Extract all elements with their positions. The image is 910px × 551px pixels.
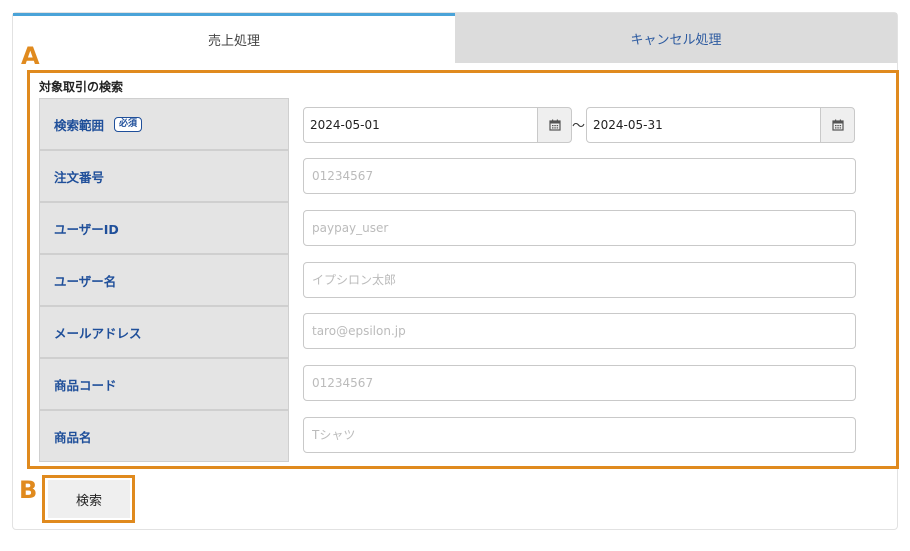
label-user-id-text: ユーザーID	[54, 221, 119, 237]
annotation-label-a: A	[21, 42, 40, 70]
label-email: メールアドレス	[39, 306, 289, 358]
calendar-icon	[831, 119, 844, 131]
label-email-text: メールアドレス	[54, 325, 142, 341]
date-to-calendar-button[interactable]	[820, 107, 855, 143]
user-name-input[interactable]	[303, 262, 856, 298]
label-date-range: 検索範囲 必須	[39, 98, 289, 150]
label-product-name: 商品名	[39, 410, 289, 462]
date-to-input[interactable]	[586, 107, 821, 143]
required-badge: 必須	[114, 116, 143, 132]
label-product-code: 商品コード	[39, 358, 289, 410]
label-date-range-text: 検索範囲	[54, 117, 105, 133]
label-user-name: ユーザー名	[39, 254, 289, 306]
tab-cancel-label: キャンセル処理	[630, 32, 722, 48]
search-button[interactable]: 検索	[48, 480, 130, 518]
product-name-input[interactable]	[303, 417, 856, 453]
user-id-input[interactable]	[303, 210, 856, 246]
label-user-id: ユーザーID	[39, 202, 289, 254]
tab-bar: 売上処理 キャンセル処理	[13, 13, 897, 63]
section-title: 対象取引の検索	[39, 80, 124, 94]
calendar-icon	[548, 119, 561, 131]
email-input[interactable]	[303, 313, 856, 349]
date-range-separator: ～	[572, 119, 586, 134]
order-number-input[interactable]	[303, 158, 856, 194]
label-product-name-text: 商品名	[54, 429, 92, 445]
date-from-calendar-button[interactable]	[537, 107, 572, 143]
label-order-number-text: 注文番号	[54, 169, 105, 185]
tab-sales-label: 売上処理	[207, 34, 260, 49]
label-product-code-text: 商品コード	[54, 377, 117, 393]
date-from-input[interactable]	[303, 107, 538, 143]
tab-cancel[interactable]: キャンセル処理	[455, 13, 897, 63]
label-user-name-text: ユーザー名	[54, 273, 117, 289]
annotation-label-b: B	[19, 476, 38, 504]
tab-sales[interactable]: 売上処理	[13, 13, 455, 63]
product-code-input[interactable]	[303, 365, 856, 401]
label-order-number: 注文番号	[39, 150, 289, 202]
